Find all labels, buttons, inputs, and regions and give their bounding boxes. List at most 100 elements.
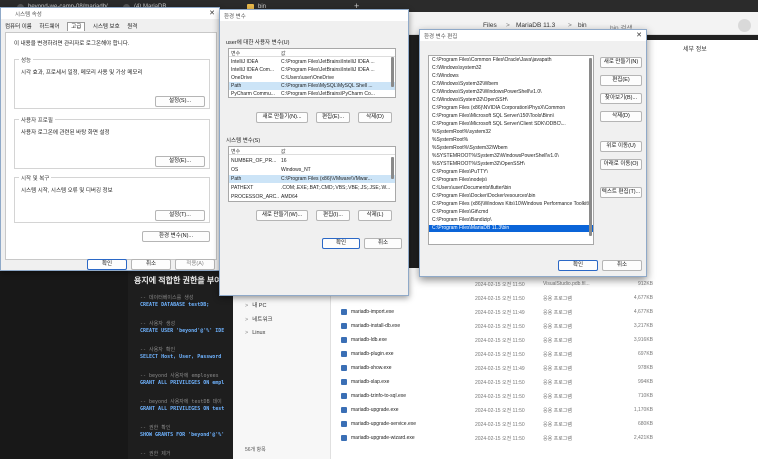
scrollbar[interactable] xyxy=(391,157,394,179)
table-row[interactable]: mariadb-ldb.exe 2024-02-15 오전 11:50 응용 프… xyxy=(341,334,751,347)
user-profiles-group: 사용자 프로필 사용자 로그온에 관련된 바탕 화면 설정 설정(E)... xyxy=(14,116,210,169)
window-titlebar[interactable]: 환경 변수 xyxy=(220,10,408,21)
tab-advanced[interactable]: 고급 xyxy=(67,22,86,31)
table-row[interactable]: mariadb-plugin.exe 2024-02-15 오전 11:50 응… xyxy=(341,348,751,361)
move-up-button[interactable]: 위로 이동(U) xyxy=(600,141,642,152)
system-variables-label: 시스템 변수(S) xyxy=(226,138,261,144)
chevron-right-icon[interactable]: > xyxy=(245,317,248,323)
table-row[interactable]: mariadb-upgrade-wizard.exe 2024-02-15 오전… xyxy=(341,432,751,445)
list-item[interactable]: %SystemRoot%\System32\Wbem xyxy=(429,145,593,152)
tab-remote[interactable]: 원격 xyxy=(127,24,137,30)
list-item[interactable]: C:\Program Files\nodejs\ xyxy=(429,177,593,184)
avatar[interactable] xyxy=(738,19,751,32)
new-entry-button[interactable]: 새로 만들기(N) xyxy=(600,57,642,68)
system-new-button[interactable]: 새로 만들기(W)... xyxy=(256,210,308,221)
user-new-button[interactable]: 새로 만들기(N)... xyxy=(256,112,308,123)
nav-item-linux[interactable]: > Linux xyxy=(245,330,265,336)
table-row[interactable]: mariadb-show.exe 2024-02-15 오전 11:49 응용 … xyxy=(341,362,751,375)
chevron-right-icon[interactable]: > xyxy=(245,303,248,309)
table-row[interactable]: mariadb-tzinfo-to-sql.exe 2024-02-15 오전 … xyxy=(341,390,751,403)
system-delete-button[interactable]: 삭제(L) xyxy=(358,210,392,221)
list-item[interactable]: C:\Program Files\Docker\Docker\resources… xyxy=(429,193,593,200)
code-line: GRANT ALL PRIVILEGES ON empl xyxy=(140,380,225,386)
window-titlebar[interactable]: 환경 변수 편집 ✕ xyxy=(420,30,646,41)
list-item[interactable]: C:\Program Files\Git\cmd xyxy=(429,209,593,216)
path-entries-list[interactable]: C:\Program Files\Common Files\Oracle\Jav… xyxy=(428,55,594,245)
list-item[interactable]: C:\Program Files (x86)\NVIDIA Corporatio… xyxy=(429,105,593,112)
code-comment: -- 권한 확인 xyxy=(140,425,171,431)
window-titlebar[interactable]: 시스템 속성 ✕ xyxy=(1,8,219,19)
tab-computer-name[interactable]: 컴퓨터 이름 xyxy=(5,24,32,30)
table-row[interactable]: mariadb-import.exe 2024-02-15 오전 11:49 응… xyxy=(341,306,751,319)
nav-item-network[interactable]: > 네트워크 xyxy=(245,315,272,323)
table-row[interactable]: NUMBER_OF_PR... 16 xyxy=(229,157,395,165)
list-item[interactable]: C:\Users\user\Documents\flutter\bin xyxy=(429,185,593,192)
apply-button[interactable]: 적용(A) xyxy=(175,259,215,270)
table-row[interactable]: Path C:\Program Files (x86)\VMware\VMwar.… xyxy=(229,175,395,183)
list-item[interactable]: C:\Program Files\PuTTY\ xyxy=(429,169,593,176)
table-row[interactable]: OS Windows_NT xyxy=(229,166,395,174)
ok-button[interactable]: 확인 xyxy=(322,238,360,249)
table-row[interactable]: mariadb-slap.exe 2024-02-15 오전 11:50 응용 … xyxy=(341,376,751,389)
list-item[interactable]: C:\Program Files\Common Files\Oracle\Jav… xyxy=(429,57,593,64)
user-delete-button[interactable]: 삭제(D) xyxy=(358,112,392,123)
breadcrumb-mariadb[interactable]: MariaDB 11.3 xyxy=(516,22,555,29)
system-variables-table[interactable]: 변수 값 NUMBER_OF_PR... 16 OS Windows_NT Path C… xyxy=(228,146,396,202)
close-icon[interactable]: ✕ xyxy=(209,9,215,17)
table-row[interactable]: Path C:\Program Files\MySQL\MySQL Shell .… xyxy=(229,82,395,90)
code-comment: -- 사용자 생성 xyxy=(140,321,176,327)
list-item[interactable]: %SYSTEMROOT%\System32\WindowsPowerShell\… xyxy=(429,153,593,160)
table-row[interactable]: OneDrive C:\Users\user\OneDrive xyxy=(229,74,395,82)
list-item[interactable]: %SystemRoot%\system32 xyxy=(429,129,593,136)
scrollbar[interactable] xyxy=(391,57,394,87)
table-row[interactable]: PROCESSOR_ARC... AMD64 xyxy=(229,193,395,201)
system-edit-button[interactable]: 편집(I)... xyxy=(316,210,350,221)
tab-system-protection[interactable]: 시스템 보호 xyxy=(93,24,120,30)
ok-button[interactable]: 확인 xyxy=(558,260,598,271)
list-item[interactable]: %SystemRoot% xyxy=(429,137,593,144)
list-item[interactable]: C:\Windows\System32\Wbem xyxy=(429,81,593,88)
table-row[interactable]: PyCharm Commu... C:\Program Files\JetBrai… xyxy=(229,90,395,97)
close-icon[interactable]: ✕ xyxy=(636,31,642,39)
performance-settings-button[interactable]: 설정(S)... xyxy=(155,96,205,107)
list-item[interactable]: %SYSTEMROOT%\System32\OpenSSH\ xyxy=(429,161,593,168)
list-item[interactable]: C:\Program Files\Bandizip\ xyxy=(429,217,593,224)
environment-variables-button[interactable]: 환경 변수(N)... xyxy=(142,231,210,242)
cancel-button[interactable]: 취소 xyxy=(602,260,642,271)
user-profile-settings-button[interactable]: 설정(E)... xyxy=(155,156,205,167)
table-row[interactable]: mariadb-install-db.exe 2024-02-15 오전 11:… xyxy=(341,320,751,333)
nav-item-this-pc[interactable]: > 내 PC xyxy=(245,301,266,309)
delete-entry-button[interactable]: 삭제(D) xyxy=(600,111,642,122)
cancel-button[interactable]: 취소 xyxy=(131,259,171,270)
tab-hardware[interactable]: 하드웨어 xyxy=(39,24,59,30)
table-row[interactable]: IntelliJ IDEA C:\Program Files\JetBrains\… xyxy=(229,58,395,66)
user-variables-table[interactable]: 변수 값 IntelliJ IDEA C:\Program Files\JetBra… xyxy=(228,48,396,98)
list-item[interactable]: C:\Program Files\Microsoft SQL Server\Cl… xyxy=(429,121,593,128)
list-item[interactable]: C:\Program Files\Microsoft SQL Server\15… xyxy=(429,113,593,120)
edit-text-button[interactable]: 텍스트 편집(T)... xyxy=(600,187,642,198)
move-down-button[interactable]: 아래로 이동(O) xyxy=(600,159,642,170)
list-item[interactable]: C:\Windows xyxy=(429,73,593,80)
table-row[interactable]: IntelliJ IDEA Com... C:\Program Files\Jet… xyxy=(229,66,395,74)
list-item[interactable]: C:\Windows\System32\WindowsPowerShell\v1… xyxy=(429,89,593,96)
list-item[interactable]: C:\Windows\system32 xyxy=(429,65,593,72)
cancel-button[interactable]: 취소 xyxy=(364,238,402,249)
list-item[interactable]: C:\Windows\System32\OpenSSH\ xyxy=(429,97,593,104)
list-item-selected[interactable]: C:\Program Files\MariaDB 11.3\bin xyxy=(429,225,593,233)
edit-entry-button[interactable]: 편집(E) xyxy=(600,75,642,86)
startup-settings-button[interactable]: 설정(T)... xyxy=(155,210,205,221)
list-item[interactable]: C:\Program Files (x86)\Windows Kits\10\W… xyxy=(429,201,593,208)
ok-button[interactable]: 확인 xyxy=(87,259,127,270)
table-row[interactable]: mariadb-upgrade.exe 2024-02-15 오전 11:50 … xyxy=(341,404,751,417)
system-properties-window: 시스템 속성 ✕ 컴퓨터 이름 하드웨어 고급 시스템 보호 원격 이 내용을 … xyxy=(0,7,220,271)
details-pane-button[interactable]: 세부 정보 xyxy=(683,44,707,53)
user-edit-button[interactable]: 편집(E)... xyxy=(316,112,350,123)
breadcrumb-files[interactable]: Files xyxy=(483,22,497,29)
table-row[interactable]: PATHEXT .COM;.EXE;.BAT;.CMD;.VBS;.VBE;.JS… xyxy=(229,184,395,192)
scrollbar[interactable] xyxy=(589,58,592,236)
exe-file-icon xyxy=(341,379,347,385)
table-row[interactable]: mariadb-upgrade-service.exe 2024-02-15 오… xyxy=(341,418,751,431)
chevron-right-icon[interactable]: > xyxy=(245,330,248,336)
breadcrumb-bin[interactable]: bin xyxy=(578,22,587,29)
browse-button[interactable]: 찾아보기(B)... xyxy=(600,93,642,104)
